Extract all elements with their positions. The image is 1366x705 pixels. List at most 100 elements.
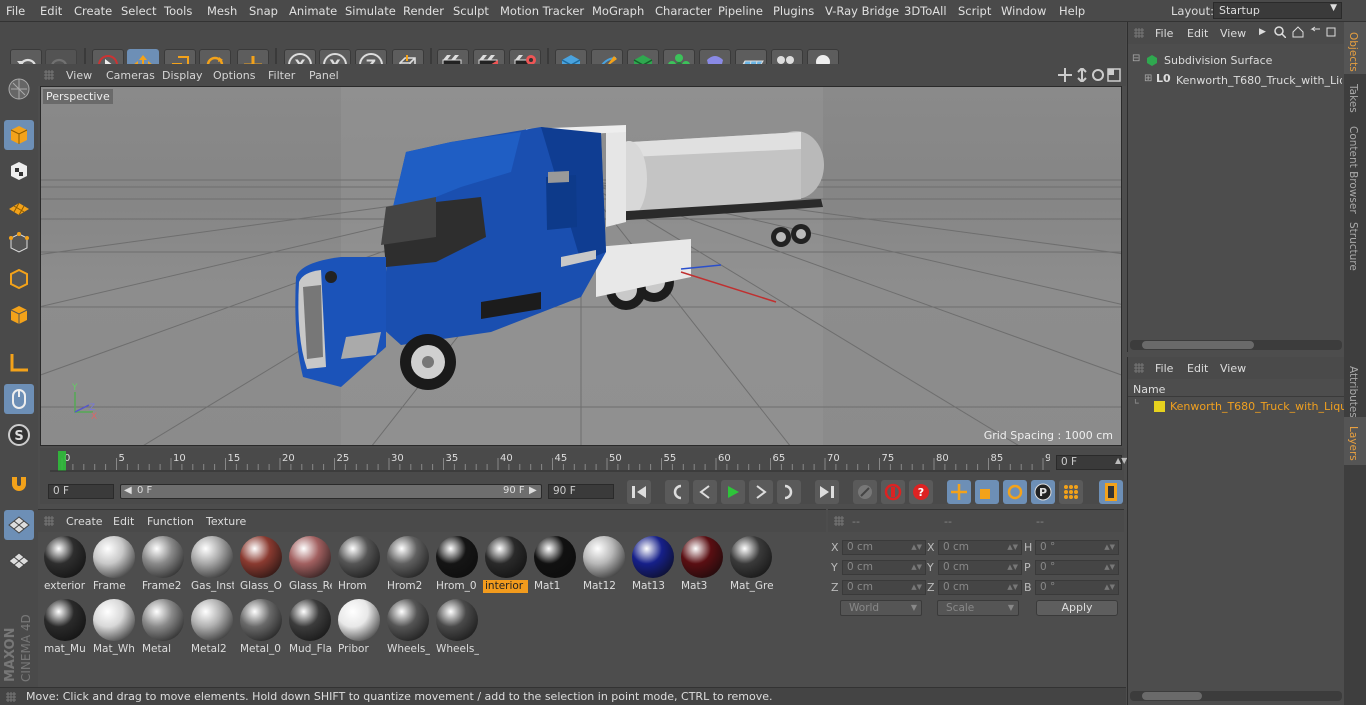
material-swatch[interactable]: Mat1 [532, 535, 577, 593]
tweak-mode-icon[interactable] [4, 384, 34, 414]
stepper-icon[interactable]: ▲▼ [911, 541, 922, 554]
menu-select[interactable]: Select [121, 4, 156, 18]
object-search-icon[interactable] [1274, 26, 1287, 41]
autokeying-button[interactable] [881, 480, 905, 504]
record-motion-button[interactable] [853, 480, 877, 504]
grid-lock-icon[interactable] [4, 510, 34, 540]
menu-snap[interactable]: Snap [249, 4, 278, 18]
coord-value-field[interactable]: 0 cm ▲▼ [938, 560, 1022, 575]
stepper-icon[interactable]: ▲▼ [1104, 561, 1115, 574]
menu-motion-tracker[interactable]: Motion Tracker [500, 4, 584, 18]
stepper-icon[interactable]: ▲▼ [1104, 541, 1115, 554]
play-button[interactable] [721, 480, 745, 504]
material-swatch[interactable]: Hrom_0 [434, 535, 479, 593]
viewport-zoom-icon[interactable] [1075, 66, 1089, 85]
magnet-icon[interactable] [4, 468, 34, 498]
material-swatch[interactable]: Mud_Fla [287, 598, 332, 656]
object-menu-more-icon[interactable]: ▶ [1259, 27, 1266, 37]
workplane-icon[interactable] [4, 192, 34, 222]
key-pla-button[interactable] [1059, 480, 1083, 504]
tab-takes[interactable]: Takes [1347, 84, 1359, 113]
current-frame-field[interactable]: 0 F [1056, 455, 1122, 470]
timeline-ruler[interactable]: 051015202530354045505560657075808590 [50, 450, 1050, 476]
stepper-icon[interactable]: ▲▼ [1104, 581, 1115, 594]
tab-objects[interactable]: Objects [1347, 32, 1359, 72]
layer-row-kenworth[interactable]: └ Kenworth_T680_Truck_with_Liquid [1132, 399, 1345, 415]
object-menu-view[interactable]: View [1220, 27, 1246, 40]
viewport-camera-label[interactable]: Perspective [43, 89, 113, 104]
frame-stepper-icon[interactable]: ▲▼ [1115, 456, 1127, 465]
layer-color-swatch[interactable] [1154, 401, 1165, 412]
coord-value-field[interactable]: 0 cm ▲▼ [842, 560, 926, 575]
go-to-end-button[interactable] [815, 480, 839, 504]
tab-layers[interactable]: Layers [1347, 426, 1359, 461]
menu-simulate[interactable]: Simulate [345, 4, 396, 18]
object-home-icon[interactable] [1292, 26, 1304, 41]
menu-help[interactable]: Help [1059, 4, 1085, 18]
material-menu-create[interactable]: Create [66, 515, 103, 528]
tab-structure[interactable]: Structure [1347, 222, 1359, 271]
key-scale-button[interactable] [975, 480, 999, 504]
make-editable-icon[interactable] [4, 74, 34, 104]
material-swatch[interactable]: Glass_O [238, 535, 283, 593]
material-swatch[interactable]: Metal2 [189, 598, 234, 656]
points-mode-icon[interactable] [4, 228, 34, 258]
material-swatch[interactable]: Mat_Wh [91, 598, 136, 656]
material-swatch[interactable]: Mat12 [581, 535, 626, 593]
range-left-arrow-icon[interactable]: ◀ [124, 485, 132, 496]
menu-mesh[interactable]: Mesh [207, 4, 237, 18]
menu-tools[interactable]: Tools [164, 4, 192, 18]
material-menu-texture[interactable]: Texture [206, 515, 246, 528]
material-swatch[interactable]: mat_Mu [42, 598, 87, 656]
material-swatch[interactable]: Glass_Re [287, 535, 332, 593]
material-swatch[interactable]: Gas_Inst [189, 535, 234, 593]
object-row-subdivision[interactable]: ⊟ Subdivision Surface [1132, 53, 1342, 69]
menu-plugins[interactable]: Plugins [773, 4, 814, 18]
material-swatch[interactable]: Mat13 [630, 535, 675, 593]
menu-mograph[interactable]: MoGraph [592, 4, 644, 18]
apply-button[interactable]: Apply [1036, 600, 1118, 616]
3d-viewport[interactable]: Y Z X Perspective Grid Spacing : 1000 cm [40, 86, 1122, 446]
coord-value-field[interactable]: 0 cm ▲▼ [938, 580, 1022, 595]
polygons-mode-icon[interactable] [4, 300, 34, 330]
material-swatch[interactable]: exterior [42, 535, 87, 593]
viewport-menu-cameras[interactable]: Cameras [106, 69, 155, 82]
material-swatch[interactable]: Frame2 [140, 535, 185, 593]
expand-icon[interactable]: ⊞ [1144, 73, 1152, 84]
tab-content-browser[interactable]: Content Browser [1347, 126, 1359, 214]
object-back-icon[interactable] [1310, 26, 1322, 41]
timeline[interactable]: 051015202530354045505560657075808590 0 F… [40, 448, 1127, 480]
material-swatch[interactable]: Hrom2 [385, 535, 430, 593]
viewport-rotate-icon[interactable] [1091, 68, 1105, 85]
layer-menu-edit[interactable]: Edit [1187, 362, 1208, 375]
scale-mode-dropdown[interactable]: Scale ▼ [937, 600, 1019, 616]
menu-render[interactable]: Render [403, 4, 444, 18]
menu-window[interactable]: Window [1001, 4, 1046, 18]
frame-range-slider[interactable]: ◀ 0 F 90 F ▶ [120, 484, 542, 499]
viewport-menu-panel[interactable]: Panel [309, 69, 339, 82]
texture-mode-icon[interactable] [4, 156, 34, 186]
layout-dropdown[interactable]: Startup ▼ [1213, 2, 1342, 19]
material-swatch[interactable]: Hrom [336, 535, 381, 593]
stepper-icon[interactable]: ▲▼ [1007, 561, 1018, 574]
snap-icon[interactable]: S [4, 420, 34, 450]
keyframe-selection-button[interactable]: ? [909, 480, 933, 504]
timeline-window-button[interactable] [1099, 480, 1123, 504]
material-menu-function[interactable]: Function [147, 515, 194, 528]
menu-pipeline[interactable]: Pipeline [718, 4, 763, 18]
object-row-kenworth[interactable]: ⊞ L0 Kenworth_T680_Truck_with_Liquid [1144, 73, 1342, 89]
coordinate-system-dropdown[interactable]: World ▼ [840, 600, 922, 616]
menu-character[interactable]: Character [655, 4, 712, 18]
key-parameter-button[interactable]: P [1031, 480, 1055, 504]
coord-value-field[interactable]: 0 ° ▲▼ [1035, 580, 1119, 595]
go-to-start-button[interactable] [627, 480, 651, 504]
stepper-icon[interactable]: ▲▼ [911, 561, 922, 574]
tab-attributes[interactable]: Attributes [1347, 366, 1359, 418]
edges-mode-icon[interactable] [4, 264, 34, 294]
end-frame-field[interactable]: 90 F [548, 484, 614, 499]
expand-icon[interactable]: ⊟ [1132, 53, 1140, 64]
material-swatch[interactable]: Wheels_ [434, 598, 479, 656]
viewport-menu-options[interactable]: Options [213, 69, 255, 82]
stepper-icon[interactable]: ▲▼ [911, 581, 922, 594]
coord-value-field[interactable]: 0 cm ▲▼ [938, 540, 1022, 555]
